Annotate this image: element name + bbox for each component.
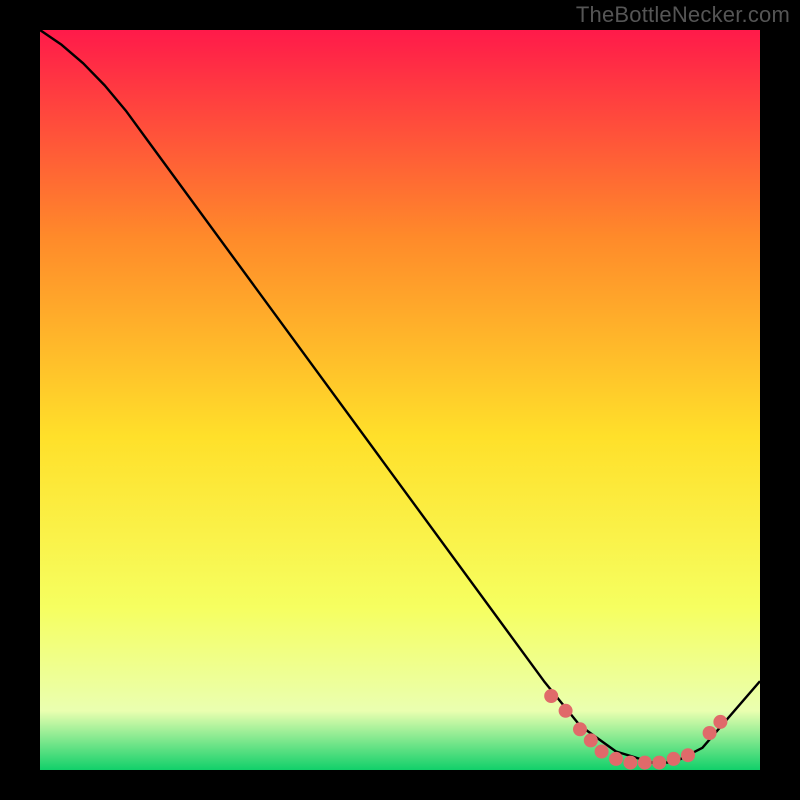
marker-dot bbox=[609, 752, 623, 766]
marker-dot bbox=[595, 745, 609, 759]
chart-svg bbox=[40, 30, 760, 770]
plot-area bbox=[40, 30, 760, 770]
chart-frame: TheBottleNecker.com bbox=[0, 0, 800, 800]
marker-dot bbox=[573, 722, 587, 736]
marker-dot bbox=[544, 689, 558, 703]
marker-dot bbox=[703, 726, 717, 740]
watermark-text: TheBottleNecker.com bbox=[576, 2, 790, 28]
marker-dot bbox=[584, 733, 598, 747]
marker-dot bbox=[623, 756, 637, 770]
marker-dot bbox=[652, 756, 666, 770]
marker-dot bbox=[713, 715, 727, 729]
marker-dot bbox=[667, 752, 681, 766]
marker-dot bbox=[681, 748, 695, 762]
marker-dot bbox=[559, 704, 573, 718]
marker-dot bbox=[638, 756, 652, 770]
